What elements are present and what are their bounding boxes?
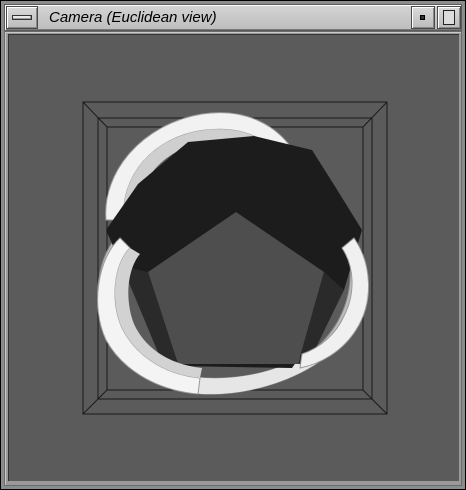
camera-viewport[interactable] — [8, 34, 459, 481]
title-bar[interactable]: Camera (Euclidean view) — [4, 4, 462, 31]
maximize-button[interactable] — [437, 6, 461, 29]
wireframe-edge — [82, 389, 108, 415]
minimize-button[interactable] — [411, 6, 435, 29]
window-menu-button[interactable] — [6, 6, 38, 29]
window-menu-icon — [12, 15, 32, 20]
wireframe-edge — [362, 389, 388, 415]
window-title: Camera (Euclidean view) — [49, 9, 217, 26]
maximize-icon — [443, 10, 455, 25]
wireframe-edge — [82, 101, 108, 128]
minimize-icon — [420, 15, 425, 20]
scene-render — [82, 101, 388, 415]
camera-window: Camera (Euclidean view) — [0, 0, 466, 490]
wireframe-edge — [362, 101, 388, 128]
